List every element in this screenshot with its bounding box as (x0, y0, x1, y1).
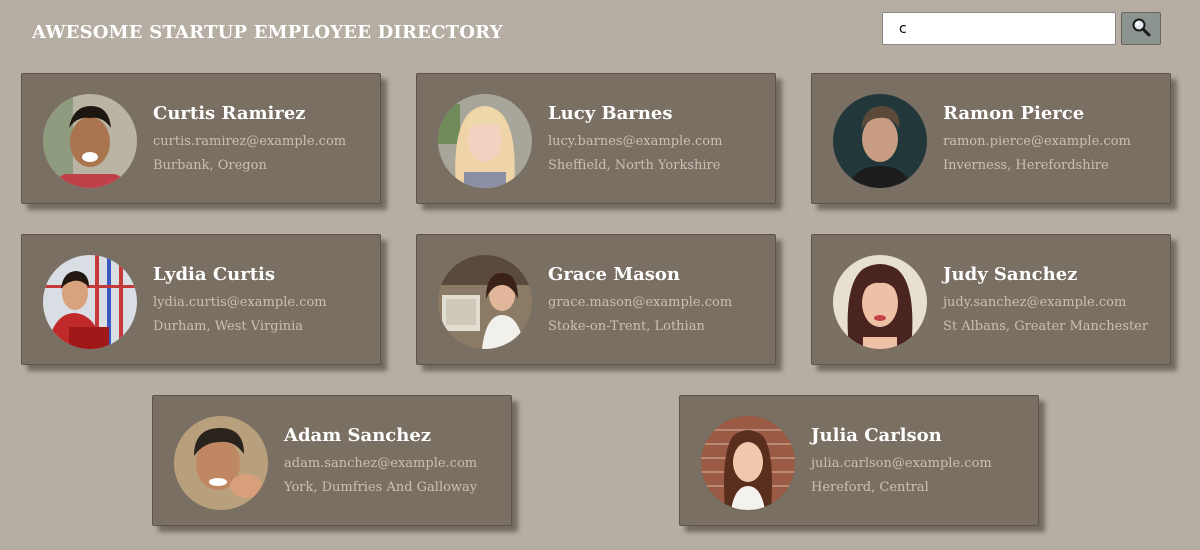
employee-location: Hereford, Central (811, 480, 929, 495)
employee-email: grace.mason@example.com (548, 295, 733, 310)
employee-email: curtis.ramirez@example.com (153, 134, 347, 149)
employee-location: Burbank, Oregon (153, 158, 267, 173)
employee-email: lydia.curtis@example.com (153, 295, 327, 310)
search-icon (1131, 17, 1151, 40)
employee-location: Sheffield, North Yorkshire (548, 158, 721, 173)
employee-card[interactable]: Lydia Curtis lydia.curtis@example.com Du… (21, 234, 381, 365)
employee-card[interactable]: Julia Carlson julia.carlson@example.com … (679, 395, 1039, 526)
employee-name: Judy Sanchez (943, 264, 1078, 285)
employee-name: Adam Sanchez (284, 425, 431, 446)
search-input[interactable] (882, 12, 1116, 45)
employee-name: Julia Carlson (811, 425, 942, 446)
employee-email: adam.sanchez@example.com (284, 456, 478, 471)
employee-name: Grace Mason (548, 264, 681, 285)
employee-email: judy.sanchez@example.com (943, 295, 1127, 310)
employee-location: St Albans, Greater Manchester (943, 319, 1149, 334)
employee-location: Inverness, Herefordshire (943, 158, 1109, 173)
employee-name: Curtis Ramirez (153, 103, 306, 124)
avatar (438, 255, 532, 349)
employee-card[interactable]: Lucy Barnes lucy.barnes@example.com Shef… (416, 73, 776, 204)
employee-card[interactable]: Adam Sanchez adam.sanchez@example.com Yo… (152, 395, 512, 526)
avatar (833, 94, 927, 188)
employee-card[interactable]: Grace Mason grace.mason@example.com Stok… (416, 234, 776, 365)
avatar (833, 255, 927, 349)
employee-name: Lydia Curtis (153, 264, 276, 285)
page-title: AWESOME STARTUP EMPLOYEE DIRECTORY (32, 22, 503, 43)
avatar (43, 94, 137, 188)
avatar (43, 255, 137, 349)
employee-location: York, Dumfries And Galloway (284, 480, 478, 495)
employee-card[interactable]: Curtis Ramirez curtis.ramirez@example.co… (21, 73, 381, 204)
employee-name: Ramon Pierce (943, 103, 1085, 124)
employee-email: ramon.pierce@example.com (943, 134, 1131, 149)
employee-email: julia.carlson@example.com (811, 456, 992, 471)
employee-email: lucy.barnes@example.com (548, 134, 723, 149)
employee-location: Durham, West Virginia (153, 319, 304, 334)
employee-name: Lucy Barnes (548, 103, 673, 124)
avatar (438, 94, 532, 188)
employee-location: Stoke-on-Trent, Lothian (548, 319, 705, 334)
employee-card[interactable]: Judy Sanchez judy.sanchez@example.com St… (811, 234, 1171, 365)
avatar (701, 416, 795, 510)
employee-card[interactable]: Ramon Pierce ramon.pierce@example.com In… (811, 73, 1171, 204)
search-button[interactable] (1121, 12, 1161, 45)
avatar (174, 416, 268, 510)
